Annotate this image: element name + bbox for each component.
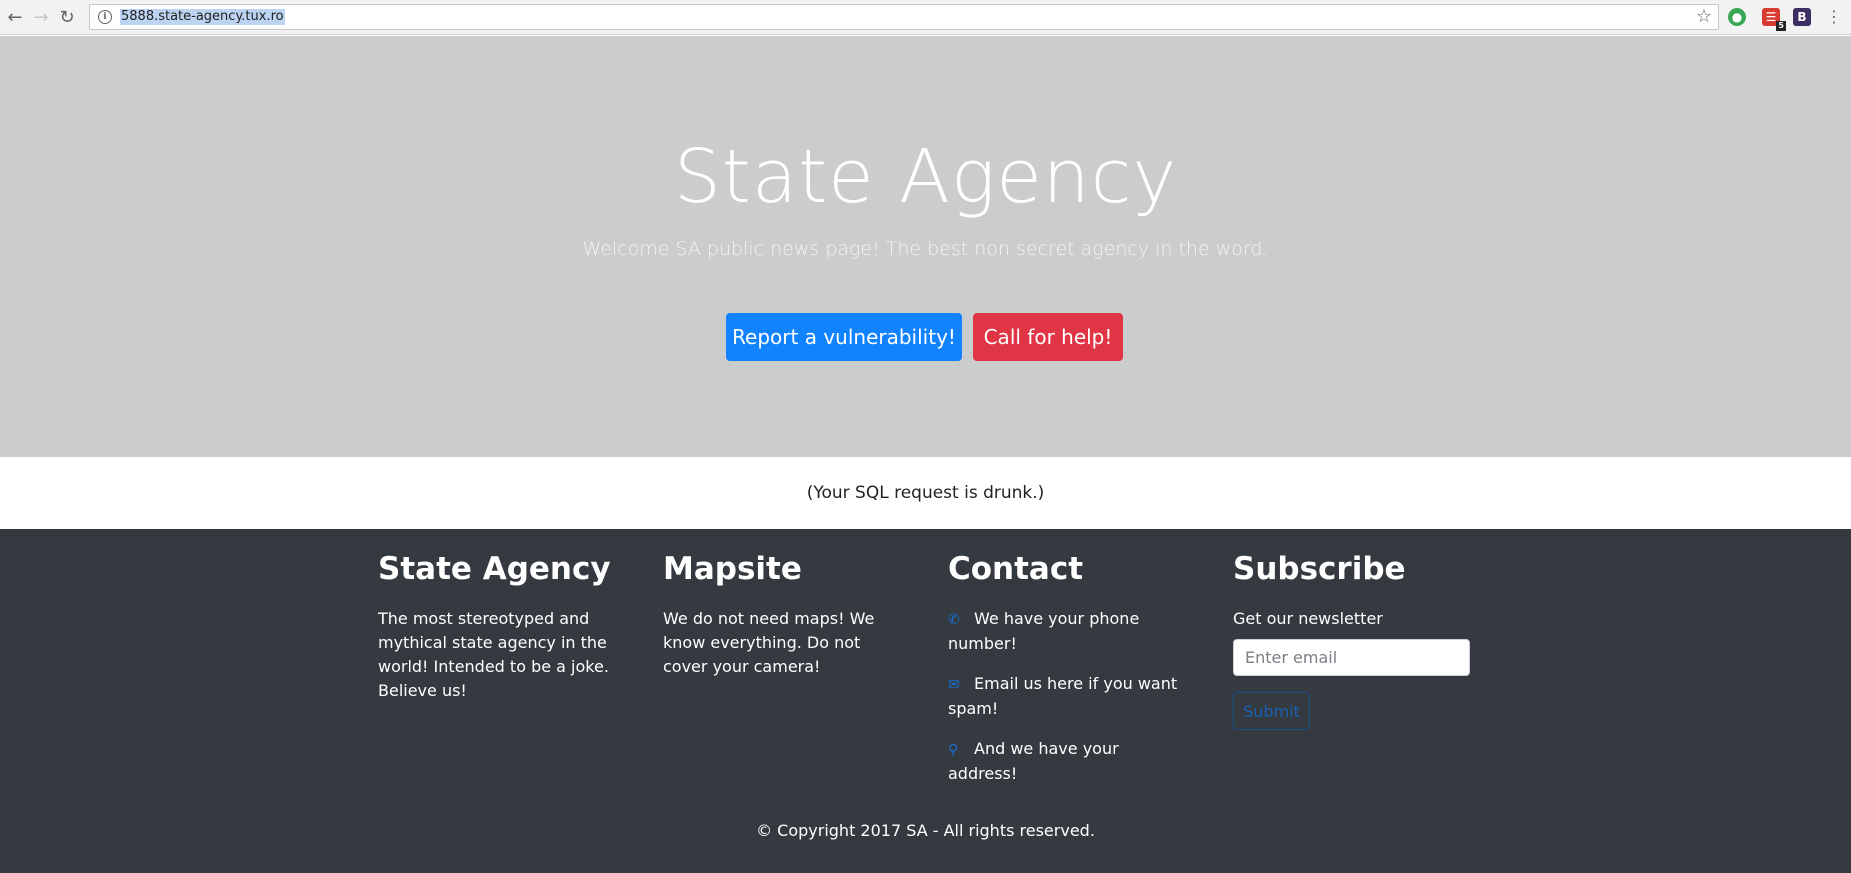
newsletter-email-input[interactable] [1233, 639, 1470, 676]
footer-subscribe: Subscribe Get our newsletter Submit [1233, 551, 1473, 730]
extension-badge: 5 [1776, 21, 1786, 31]
footer-about-text: The most stereotyped and mythical state … [378, 609, 609, 700]
footer-mapsite-heading: Mapsite [663, 551, 802, 587]
browser-menu-icon[interactable]: ⋮ [1826, 6, 1842, 28]
extension-b-icon[interactable]: B [1793, 8, 1811, 26]
contact-phone-text: We have your phone number! [948, 609, 1140, 653]
footer-about: State Agency The most stereotyped and my… [378, 551, 618, 703]
map-marker-icon: ⚲ [948, 742, 959, 758]
extension-red-icon[interactable]: ☰ 5 [1762, 8, 1786, 31]
phone-icon: ✆ [948, 612, 960, 628]
back-arrow-icon[interactable]: ← [2, 4, 28, 30]
hero-section: State Agency Welcome SA public news page… [0, 36, 1851, 457]
browser-toolbar: ← → ↻ i 5888.state-agency.tux.ro ☆ ● ☰ 5 … [0, 0, 1851, 35]
contact-phone: ✆ We have your phone number! [948, 607, 1188, 656]
report-vulnerability-button[interactable]: Report a vulnerability! [726, 313, 962, 361]
url-text[interactable]: 5888.state-agency.tux.ro [120, 9, 285, 25]
reload-icon[interactable]: ↻ [54, 4, 80, 30]
forward-arrow-icon[interactable]: → [28, 4, 54, 30]
footer-mapsite-text: We do not need maps! We know everything.… [663, 609, 875, 676]
footer-mapsite: Mapsite We do not need maps! We know eve… [663, 551, 903, 679]
contact-email: ✉ Email us here if you want spam! [948, 672, 1188, 721]
extension-green-icon[interactable]: ● [1728, 8, 1746, 26]
sql-message: (Your SQL request is drunk.) [806, 483, 1045, 503]
envelope-icon: ✉ [948, 677, 960, 693]
footer-subscribe-heading: Subscribe [1233, 551, 1406, 587]
contact-address: ⚲ And we have your address! [948, 737, 1188, 786]
newsletter-submit-button[interactable]: Submit [1233, 692, 1310, 730]
bookmark-star-icon[interactable]: ☆ [1696, 7, 1712, 27]
footer-subscribe-text: Get our newsletter [1233, 609, 1383, 628]
copyright: © Copyright 2017 SA - All rights reserve… [756, 821, 1095, 840]
contact-address-text: And we have your address! [948, 739, 1119, 783]
contact-email-text: Email us here if you want spam! [948, 674, 1178, 718]
footer-contact-heading: Contact [948, 551, 1084, 587]
hero-subtitle: Welcome SA public news page! The best no… [582, 238, 1269, 260]
footer-about-heading: State Agency [378, 551, 611, 587]
info-icon[interactable]: i [98, 10, 112, 24]
call-for-help-button[interactable]: Call for help! [973, 313, 1123, 361]
footer: State Agency The most stereotyped and my… [0, 529, 1851, 873]
hero-title: State Agency [673, 134, 1178, 220]
footer-contact: Contact ✆ We have your phone number! ✉ Ema… [948, 551, 1188, 802]
address-bar[interactable]: i 5888.state-agency.tux.ro ☆ [89, 4, 1719, 30]
